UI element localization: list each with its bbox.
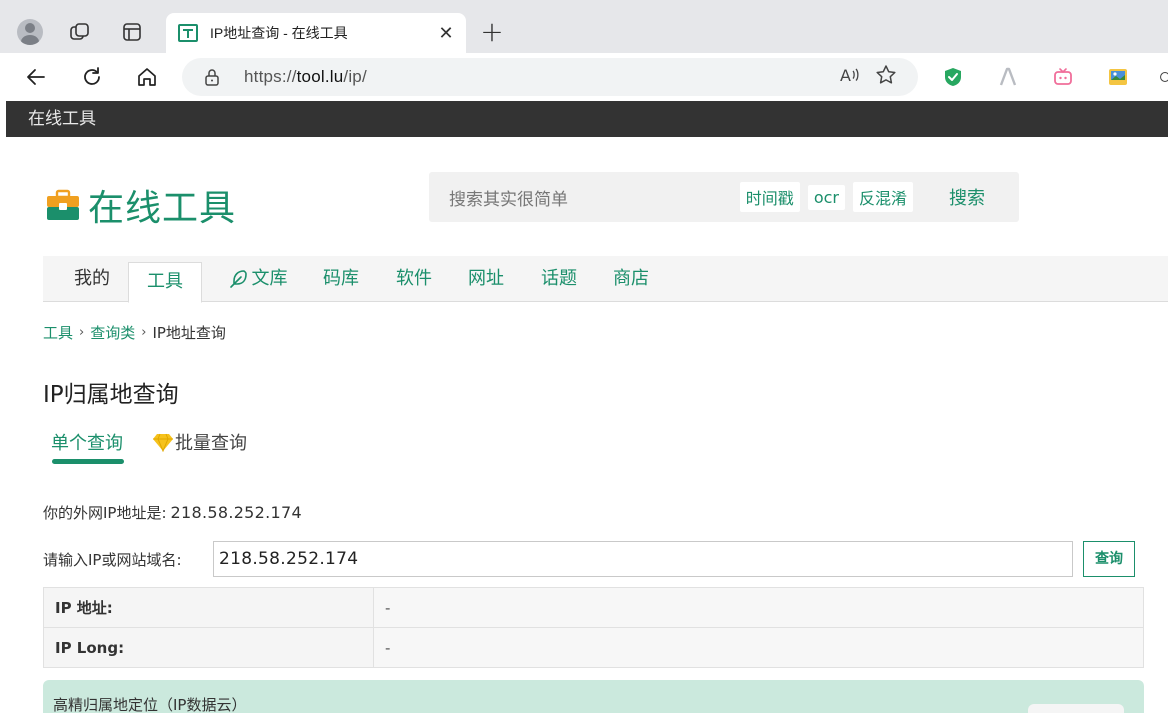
ip-input[interactable] xyxy=(213,541,1073,577)
tab-batch-label: 批量查询 xyxy=(175,433,247,454)
search-chip-timestamp[interactable]: 时间戳 xyxy=(739,182,800,212)
ip-cloud-panel: 高精归属地定位（IP数据云） xyxy=(43,680,1144,713)
profile-avatar-icon[interactable] xyxy=(12,14,48,50)
breadcrumb: 工具 › 查询类 › IP地址查询 xyxy=(43,322,226,343)
toolbox-logo-icon xyxy=(46,189,80,221)
back-icon[interactable] xyxy=(18,59,54,95)
breadcrumb-current: IP地址查询 xyxy=(152,324,226,342)
breadcrumb-query[interactable]: 查询类 xyxy=(90,322,135,343)
feather-icon xyxy=(229,270,247,288)
breadcrumb-separator: › xyxy=(79,325,85,340)
home-icon[interactable] xyxy=(129,59,165,95)
top-strip-title[interactable]: 在线工具 xyxy=(6,101,1168,137)
site-search-input[interactable]: 搜索其实很简单 xyxy=(449,185,732,210)
result-table: IP 地址: - IP Long: - xyxy=(43,587,1144,668)
nav-item-code[interactable]: 码库 xyxy=(311,256,371,302)
nav-item-library[interactable]: 文库 xyxy=(219,256,295,302)
result-key: IP 地址: xyxy=(43,587,374,628)
query-button[interactable]: 查询 xyxy=(1083,541,1135,577)
workspaces-icon[interactable] xyxy=(62,14,98,50)
nav-item-mine[interactable]: 我的 xyxy=(57,256,127,302)
diamond-icon xyxy=(153,433,173,452)
tab-single-query[interactable]: 单个查询 xyxy=(51,429,123,455)
nav-item-software[interactable]: 软件 xyxy=(384,256,444,302)
more-extensions-icon[interactable] xyxy=(1158,65,1168,89)
tab-actions-icon[interactable] xyxy=(114,14,150,50)
tv-extension-icon[interactable] xyxy=(1051,65,1075,89)
nav-item-library-label: 文库 xyxy=(251,268,288,289)
translate-extension-icon[interactable] xyxy=(996,65,1020,89)
result-value: - xyxy=(373,627,1144,668)
site-search-button[interactable]: 搜索 xyxy=(927,184,1007,210)
address-bar[interactable]: https://tool.lu/ip/ A xyxy=(182,58,918,96)
site-search-box: 搜索其实很简单 时间戳 ocr 反混淆 搜索 xyxy=(429,172,1019,222)
refresh-icon[interactable] xyxy=(74,59,110,95)
result-value: - xyxy=(373,587,1144,628)
shield-extension-icon[interactable] xyxy=(941,65,965,89)
svg-text:A: A xyxy=(840,66,851,85)
tab-batch-query[interactable]: 批量查询 xyxy=(152,429,247,455)
read-aloud-icon[interactable]: A xyxy=(832,65,868,90)
site-brand[interactable]: 在线工具 xyxy=(46,179,236,231)
browser-toolbar: https://tool.lu/ip/ A xyxy=(0,53,1168,101)
image-extension-icon[interactable] xyxy=(1106,65,1130,89)
new-tab-button[interactable]: + xyxy=(474,15,510,51)
nav-item-topics[interactable]: 话题 xyxy=(529,256,589,302)
ip-cloud-button[interactable] xyxy=(1028,704,1124,713)
my-ip-label: 你的外网IP地址是: xyxy=(43,504,167,522)
url-text[interactable]: https://tool.lu/ip/ xyxy=(244,67,832,87)
browser-tab-bar: IP地址查询 - 在线工具 ✕ + xyxy=(0,0,1168,53)
active-tab-indicator xyxy=(52,459,124,464)
page-title: IP归属地查询 xyxy=(43,382,179,408)
main-nav: 我的 工具 文库 码库 软件 网址 话题 商店 xyxy=(43,256,1168,303)
nav-item-store[interactable]: 商店 xyxy=(601,256,661,302)
search-chip-ocr[interactable]: ocr xyxy=(807,184,845,210)
web-page: 在线工具 在线工具 搜索其实很简单 时间戳 ocr 反混淆 搜索 我的 工具 文… xyxy=(6,101,1168,713)
result-key: IP Long: xyxy=(43,627,374,668)
my-ip-value: 218.58.252.174 xyxy=(170,503,302,522)
table-row: IP Long: - xyxy=(43,627,1144,668)
favorite-star-icon[interactable] xyxy=(868,64,904,91)
breadcrumb-separator: › xyxy=(141,325,147,340)
ip-cloud-title: 高精归属地定位（IP数据云） xyxy=(53,696,247,713)
my-ip-line: 你的外网IP地址是: 218.58.252.174 xyxy=(43,502,302,523)
nav-item-urls[interactable]: 网址 xyxy=(456,256,516,302)
active-tab[interactable]: IP地址查询 - 在线工具 ✕ xyxy=(166,13,466,53)
search-chip-deobfuscate[interactable]: 反混淆 xyxy=(852,182,913,212)
brand-title: 在线工具 xyxy=(88,188,237,229)
tab-title: IP地址查询 - 在线工具 xyxy=(210,25,348,41)
table-row: IP 地址: - xyxy=(43,587,1144,628)
breadcrumb-tools[interactable]: 工具 xyxy=(43,322,73,343)
tab-close-icon[interactable]: ✕ xyxy=(436,23,456,44)
site-favicon-icon xyxy=(178,24,198,42)
nav-item-tools[interactable]: 工具 xyxy=(128,262,202,303)
ip-input-label: 请输入IP或网站域名: xyxy=(43,551,182,569)
lock-icon[interactable] xyxy=(204,68,224,86)
